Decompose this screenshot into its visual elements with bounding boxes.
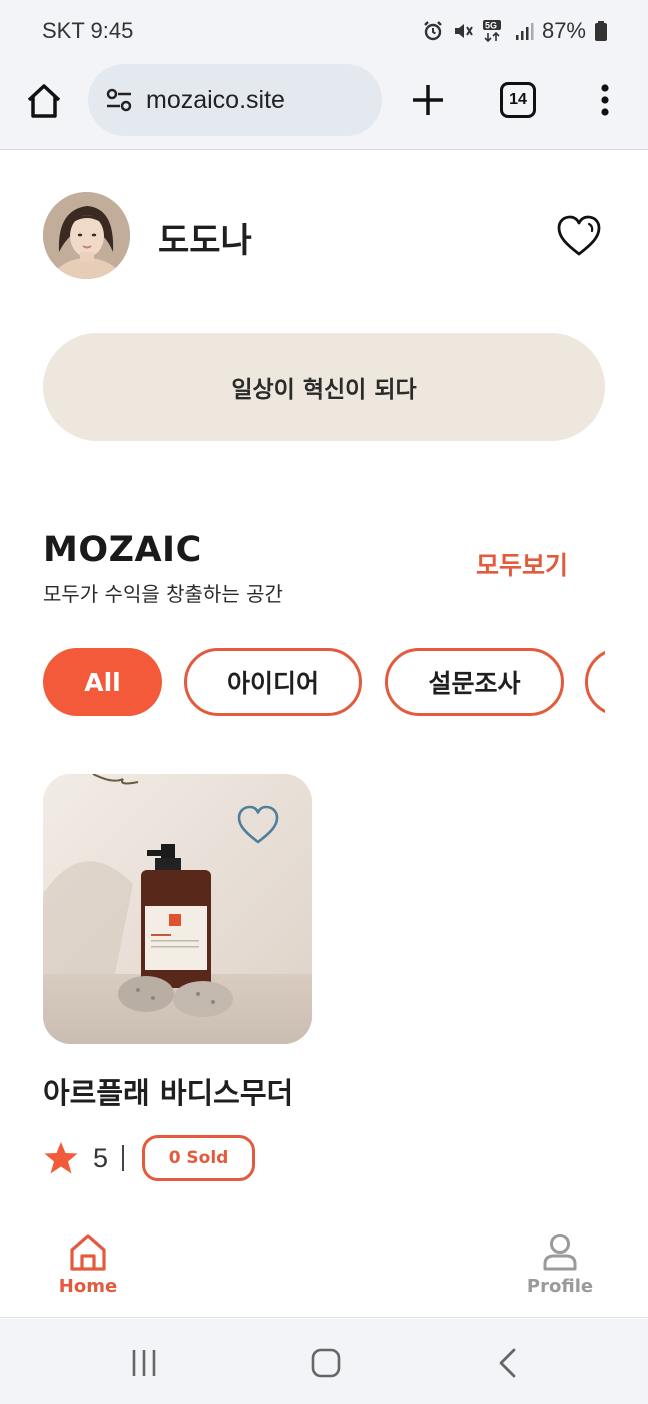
status-time: SKT 9:45 xyxy=(42,18,134,43)
product-favorite-heart-icon[interactable] xyxy=(236,804,280,846)
battery-icon xyxy=(595,21,607,41)
bottom-navigation: Home Profile xyxy=(0,1220,648,1318)
status-icons: 5G 87% xyxy=(422,18,608,44)
filter-chip-all[interactable]: All xyxy=(43,648,162,716)
network-5g-icon: 5G xyxy=(482,20,501,43)
see-all-link[interactable]: 모두보기 xyxy=(476,546,568,582)
product-title[interactable]: 아르플래 바디스무더 xyxy=(43,1070,293,1112)
nav-home[interactable]: Home xyxy=(52,1232,124,1297)
system-navigation-bar xyxy=(0,1319,648,1404)
filter-chip-survey[interactable]: 설문조사 xyxy=(385,648,564,716)
category-filter-chips: All 아이디어 설문조사 xyxy=(43,648,605,718)
filter-chip-more[interactable] xyxy=(585,648,605,716)
nav-profile-label: Profile xyxy=(526,1276,594,1297)
browser-home-icon[interactable] xyxy=(24,81,64,121)
rating-value: 5 xyxy=(93,1142,109,1173)
home-icon xyxy=(70,1234,106,1271)
sold-count-badge: 0 Sold xyxy=(142,1135,256,1181)
star-icon xyxy=(44,1142,78,1174)
nav-profile[interactable]: Profile xyxy=(522,1232,598,1297)
product-rating-row: 5 0 Sold xyxy=(43,1134,256,1182)
avatar[interactable] xyxy=(43,192,130,279)
battery-percent: 87% xyxy=(541,18,586,43)
url-text: mozaico.site xyxy=(146,85,285,114)
slogan-banner: 일상이 혁신이 되다 xyxy=(43,333,605,441)
mute-icon xyxy=(454,24,473,38)
more-options-icon[interactable] xyxy=(590,80,620,120)
section-subtitle: 모두가 수익을 창출하는 공간 xyxy=(43,582,283,606)
nav-home-label: Home xyxy=(58,1276,118,1297)
site-settings-icon[interactable] xyxy=(104,85,134,115)
signal-icon xyxy=(515,23,534,40)
favorite-heart-icon[interactable] xyxy=(556,214,602,258)
browser-toolbar: mozaico.site 14 xyxy=(0,64,648,150)
address-bar[interactable]: mozaico.site xyxy=(88,64,382,136)
status-bar: SKT 9:45 5G 87% xyxy=(0,0,648,64)
profile-icon xyxy=(543,1234,577,1271)
back-icon[interactable] xyxy=(494,1347,522,1379)
divider xyxy=(122,1145,125,1171)
tab-switcher-button[interactable]: 14 xyxy=(500,82,536,118)
new-tab-icon[interactable] xyxy=(408,80,448,120)
svg-text:5G: 5G xyxy=(485,21,497,31)
alarm-icon xyxy=(424,21,442,41)
user-name: 도도나 xyxy=(158,221,252,261)
section-title: MOZAIC xyxy=(43,530,202,570)
filter-chip-idea[interactable]: 아이디어 xyxy=(184,648,362,716)
system-home-icon[interactable] xyxy=(310,1347,342,1379)
recent-apps-icon[interactable] xyxy=(128,1347,160,1379)
